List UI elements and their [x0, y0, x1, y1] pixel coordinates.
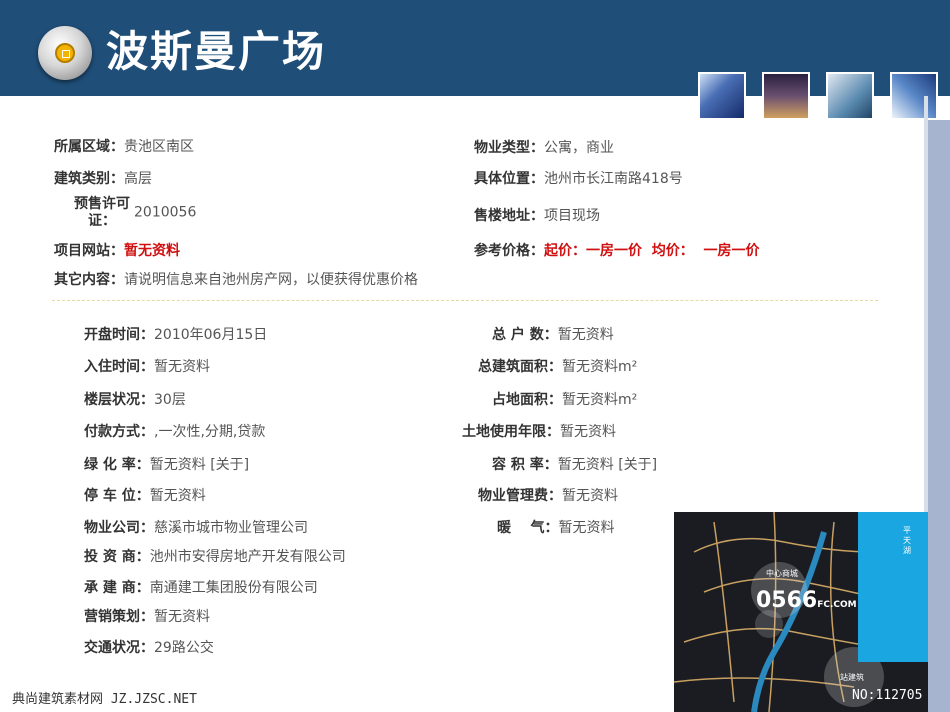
map-label-center: 中心商城 — [766, 569, 798, 578]
website-link[interactable]: 暂无资料 — [124, 243, 180, 259]
info-row: 建筑类别：高层 — [54, 171, 152, 187]
detail-row: 占地面积：暂无资料m² — [492, 392, 638, 408]
detail-row: 容 积 率：暂无资料 [关于] — [492, 457, 658, 473]
detail-row: 付款方式：,一次性,分期,贷款 — [84, 424, 266, 440]
detail-row: 暖 气：暂无资料 — [497, 520, 615, 536]
divider — [52, 300, 878, 301]
logo-icon — [38, 26, 92, 80]
detail-row: 交通状况：29路公交 — [84, 640, 214, 656]
detail-row: 开盘时间：2010年06月15日 — [84, 327, 268, 343]
info-row: 具体位置：池州市长江南路418号 — [474, 171, 683, 187]
info-row: 其它内容：请说明信息来自池州房产网，以便获得优惠价格 — [54, 272, 418, 288]
detail-row: 物业管理费：暂无资料 — [478, 488, 618, 504]
info-row: 所属区域：贵池区南区 — [54, 139, 194, 155]
detail-row: 总建筑面积：暂无资料m² — [478, 359, 638, 375]
info-row: 参考价格：起价：一房一价 均价： 一房一价 — [474, 243, 760, 259]
info-row: 售楼地址：项目现场 — [474, 208, 600, 224]
building-photo-4 — [890, 72, 938, 120]
detail-row: 绿 化 率：暂无资料 [关于] — [84, 457, 250, 473]
detail-row: 承 建 商：南通建工集团股份有限公司 — [84, 580, 318, 596]
detail-row: 总 户 数：暂无资料 — [492, 327, 614, 343]
detail-row: 营销策划：暂无资料 — [84, 609, 210, 625]
page-title: 波斯曼广场 — [106, 27, 327, 76]
detail-row: 楼层状况：30层 — [84, 392, 186, 408]
info-row: 项目网站：暂无资料 — [54, 243, 180, 259]
info-row: 预售许可 证： 2010056 — [74, 196, 197, 229]
map-brand: 0566FC.COM — [756, 588, 857, 613]
map-label-lake: 平天湖 — [903, 526, 911, 555]
detail-row: 投 资 商：池州市安得房地产开发有限公司 — [84, 549, 346, 565]
detail-row: 土地使用年限：暂无资料 — [462, 424, 616, 440]
watermark: 典尚建筑素材网 JZ.JZSC.NET — [12, 692, 197, 707]
building-photo-1 — [698, 72, 746, 120]
detail-row: 停 车 位：暂无资料 — [84, 488, 206, 504]
detail-row: 物业公司：慈溪市城市物业管理公司 — [84, 520, 308, 536]
building-photo-3 — [826, 72, 874, 120]
map-lake: 平天湖 — [858, 512, 928, 662]
detail-row: 入住时间：暂无资料 — [84, 359, 210, 375]
map-label-bottom: 站建筑 — [840, 673, 864, 682]
info-row: 物业类型：公寓，商业 — [474, 140, 614, 156]
map-number: NO:112705 — [852, 688, 923, 703]
right-sidebar — [928, 120, 950, 712]
building-photo-2 — [762, 72, 810, 120]
